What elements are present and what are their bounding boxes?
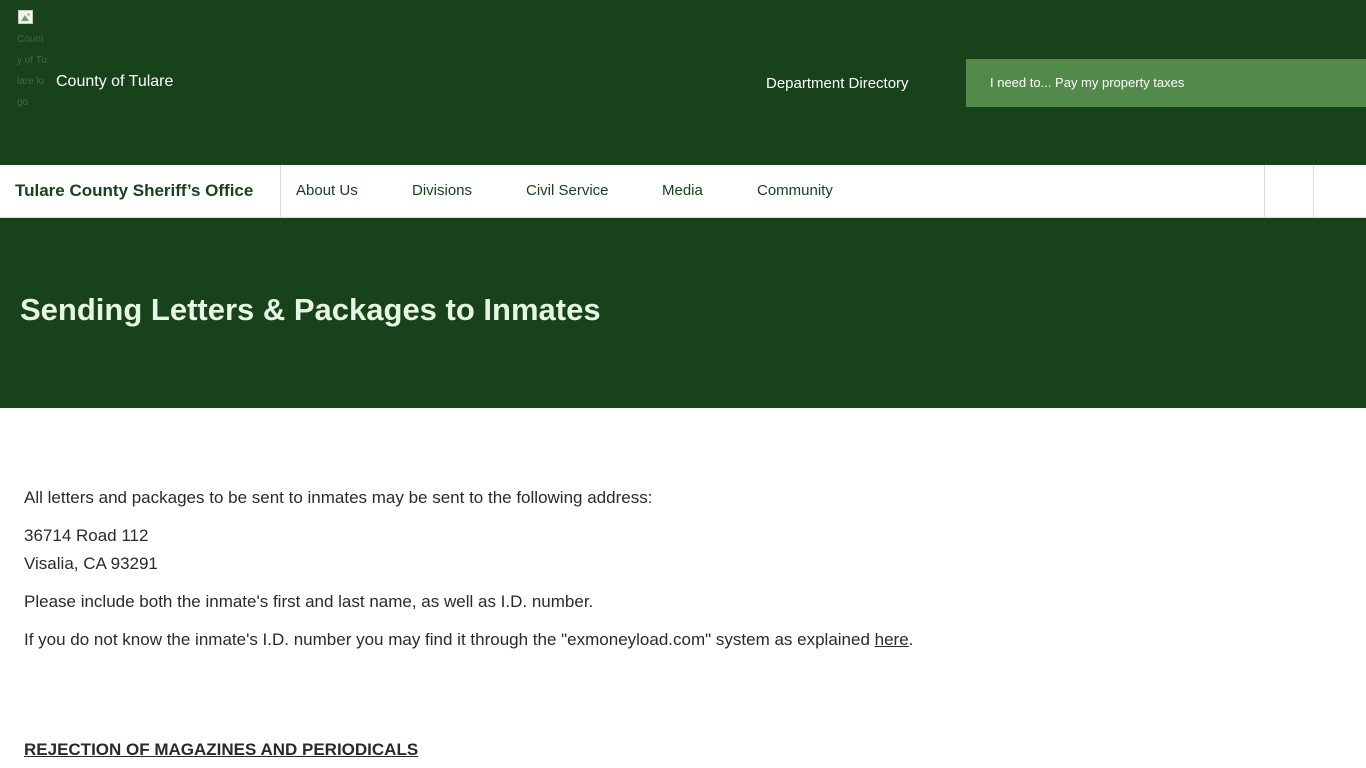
nav-item-divisions[interactable]: Divisions bbox=[412, 182, 472, 199]
address-line-2: Visalia, CA 93291 bbox=[24, 554, 158, 573]
nav-search-button[interactable] bbox=[1265, 165, 1313, 217]
department-directory-link[interactable]: Department Directory bbox=[766, 75, 909, 92]
section-heading-rejection: REJECTION OF MAGAZINES AND PERIODICALS bbox=[24, 740, 419, 759]
i-need-to-dropdown[interactable]: I need to... Pay my property taxes bbox=[966, 59, 1366, 107]
department-nav: Tulare County Sheriff’s Office About Us … bbox=[0, 165, 1366, 218]
page-title: Sending Letters & Packages to Inmates bbox=[20, 292, 601, 327]
here-link[interactable]: here bbox=[875, 630, 909, 649]
county-logo[interactable]: County of Tulare logo bbox=[17, 9, 47, 157]
nav-item-media[interactable]: Media bbox=[662, 182, 703, 199]
name-instructions: Please include both the inmate's first a… bbox=[24, 592, 594, 611]
broken-image-icon bbox=[18, 10, 33, 24]
nav-divider bbox=[280, 165, 281, 217]
department-title-link[interactable]: Tulare County Sheriff’s Office bbox=[15, 181, 253, 201]
id-lookup-text: If you do not know the inmate's I.D. num… bbox=[24, 630, 875, 649]
intro-paragraph: All letters and packages to be sent to i… bbox=[24, 488, 653, 507]
mailing-address: 36714 Road 112 Visalia, CA 93291 bbox=[24, 522, 1324, 578]
nav-menu-button[interactable] bbox=[1314, 165, 1362, 217]
page-hero: Sending Letters & Packages to Inmates bbox=[0, 218, 1366, 408]
id-lookup-paragraph: If you do not know the inmate's I.D. num… bbox=[24, 626, 1324, 654]
county-header: County of Tulare logo County of Tulare D… bbox=[0, 0, 1366, 165]
main-content: All letters and packages to be sent to i… bbox=[24, 484, 1324, 664]
nav-item-about-us[interactable]: About Us bbox=[296, 182, 358, 199]
logo-alt-text: County of Tulare logo bbox=[17, 34, 47, 108]
nav-item-civil-service[interactable]: Civil Service bbox=[526, 182, 609, 199]
address-line-1: 36714 Road 112 bbox=[24, 526, 149, 545]
nav-item-community[interactable]: Community bbox=[757, 182, 833, 199]
id-lookup-end: . bbox=[908, 630, 914, 649]
county-name-link[interactable]: County of Tulare bbox=[56, 73, 173, 91]
